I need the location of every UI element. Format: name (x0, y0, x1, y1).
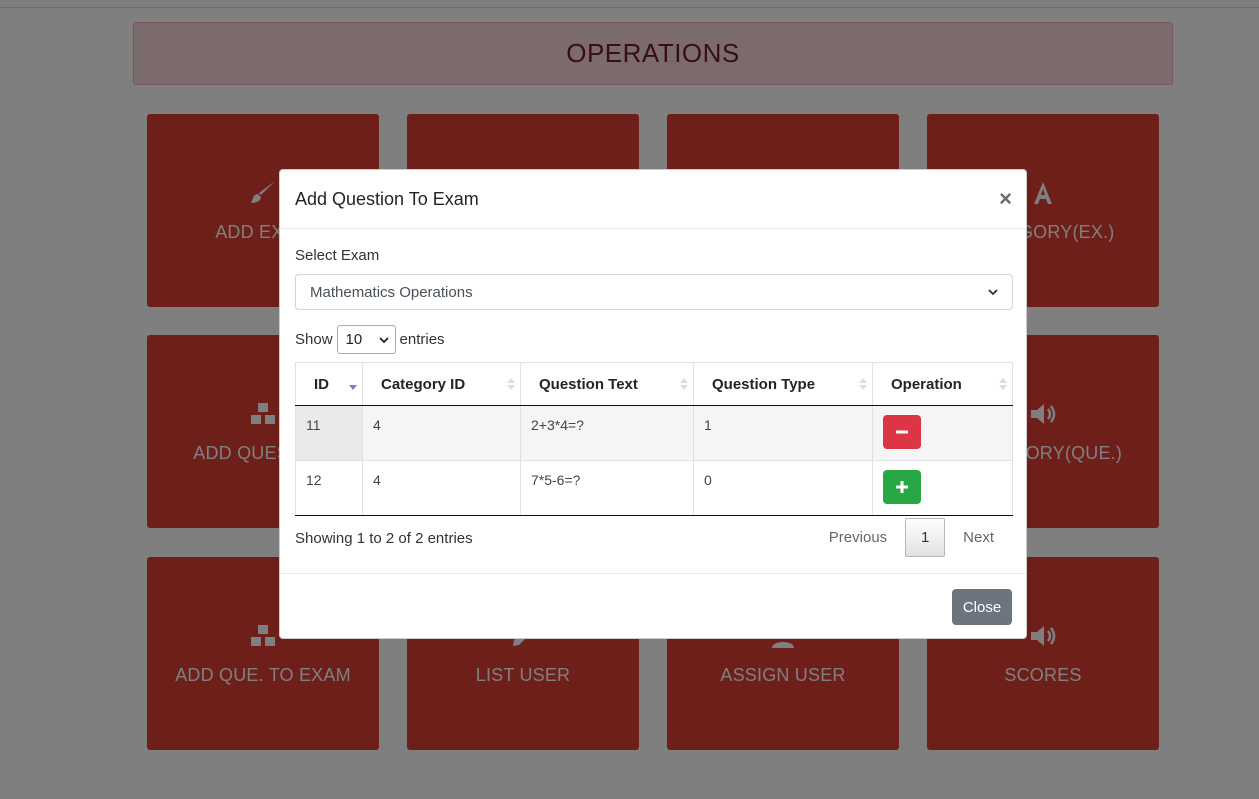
sort-icon (680, 378, 688, 390)
column-header-id[interactable]: ID (295, 362, 363, 406)
cell-question-type: 0 (693, 460, 873, 516)
modal-footer: Close (280, 573, 1026, 639)
page-length-control: Show 10 entries (295, 325, 445, 354)
close-icon[interactable]: × (999, 188, 1012, 210)
previous-page-button[interactable]: Previous (811, 529, 905, 546)
chevron-down-icon (988, 289, 998, 296)
minus-icon (896, 430, 908, 434)
sort-icon (859, 378, 867, 390)
chevron-down-icon (378, 336, 389, 343)
add-question-modal: Add Question To Exam × Select Exam Mathe… (279, 169, 1027, 639)
cell-category-id: 4 (362, 460, 521, 516)
table-row: 12 4 7*5-6=? 0 (295, 460, 1013, 516)
remove-question-button[interactable] (883, 415, 921, 449)
cell-id: 12 (295, 460, 363, 516)
sort-icon (507, 378, 515, 390)
cell-question-text: 7*5-6=? (520, 460, 694, 516)
column-header-label: Question Text (539, 375, 638, 393)
sort-desc-icon (349, 385, 357, 390)
table-header-row: ID Category ID Question Text Question Ty… (295, 362, 1013, 406)
column-header-question-type[interactable]: Question Type (693, 362, 873, 406)
page-length-select[interactable]: 10 (336, 325, 396, 354)
cell-category-id: 4 (362, 405, 521, 461)
modal-header: Add Question To Exam × (280, 170, 1026, 229)
table-info: Showing 1 to 2 of 2 entries (295, 530, 473, 547)
exam-select-value: Mathematics Operations (310, 283, 473, 301)
column-header-question-text[interactable]: Question Text (520, 362, 694, 406)
column-header-label: ID (314, 375, 329, 393)
exam-select[interactable]: Mathematics Operations (295, 274, 1013, 310)
cell-operation (872, 405, 1013, 461)
modal-title: Add Question To Exam (295, 188, 479, 209)
add-question-button[interactable] (883, 470, 921, 504)
cell-id: 11 (295, 405, 363, 461)
cell-operation (872, 460, 1013, 516)
column-header-operation[interactable]: Operation (872, 362, 1013, 406)
column-header-label: Category ID (381, 375, 466, 393)
show-label: Show (295, 331, 333, 348)
close-button[interactable]: Close (952, 589, 1012, 625)
column-header-category-id[interactable]: Category ID (362, 362, 521, 406)
page-length-value: 10 (345, 331, 363, 348)
pagination: Previous 1 Next (811, 518, 1012, 557)
sort-icon (999, 378, 1007, 390)
cell-question-text: 2+3*4=? (520, 405, 694, 461)
table-row: 11 4 2+3*4=? 1 (295, 405, 1013, 461)
plus-icon (896, 481, 908, 493)
next-page-button[interactable]: Next (945, 529, 1012, 546)
column-header-label: Question Type (712, 375, 816, 393)
select-exam-label: Select Exam (295, 247, 380, 264)
cell-question-type: 1 (693, 405, 873, 461)
column-header-label: Operation (891, 375, 962, 393)
entries-label: entries (399, 331, 445, 348)
questions-table: ID Category ID Question Text Question Ty… (295, 362, 1013, 516)
page-1-button[interactable]: 1 (905, 518, 946, 557)
